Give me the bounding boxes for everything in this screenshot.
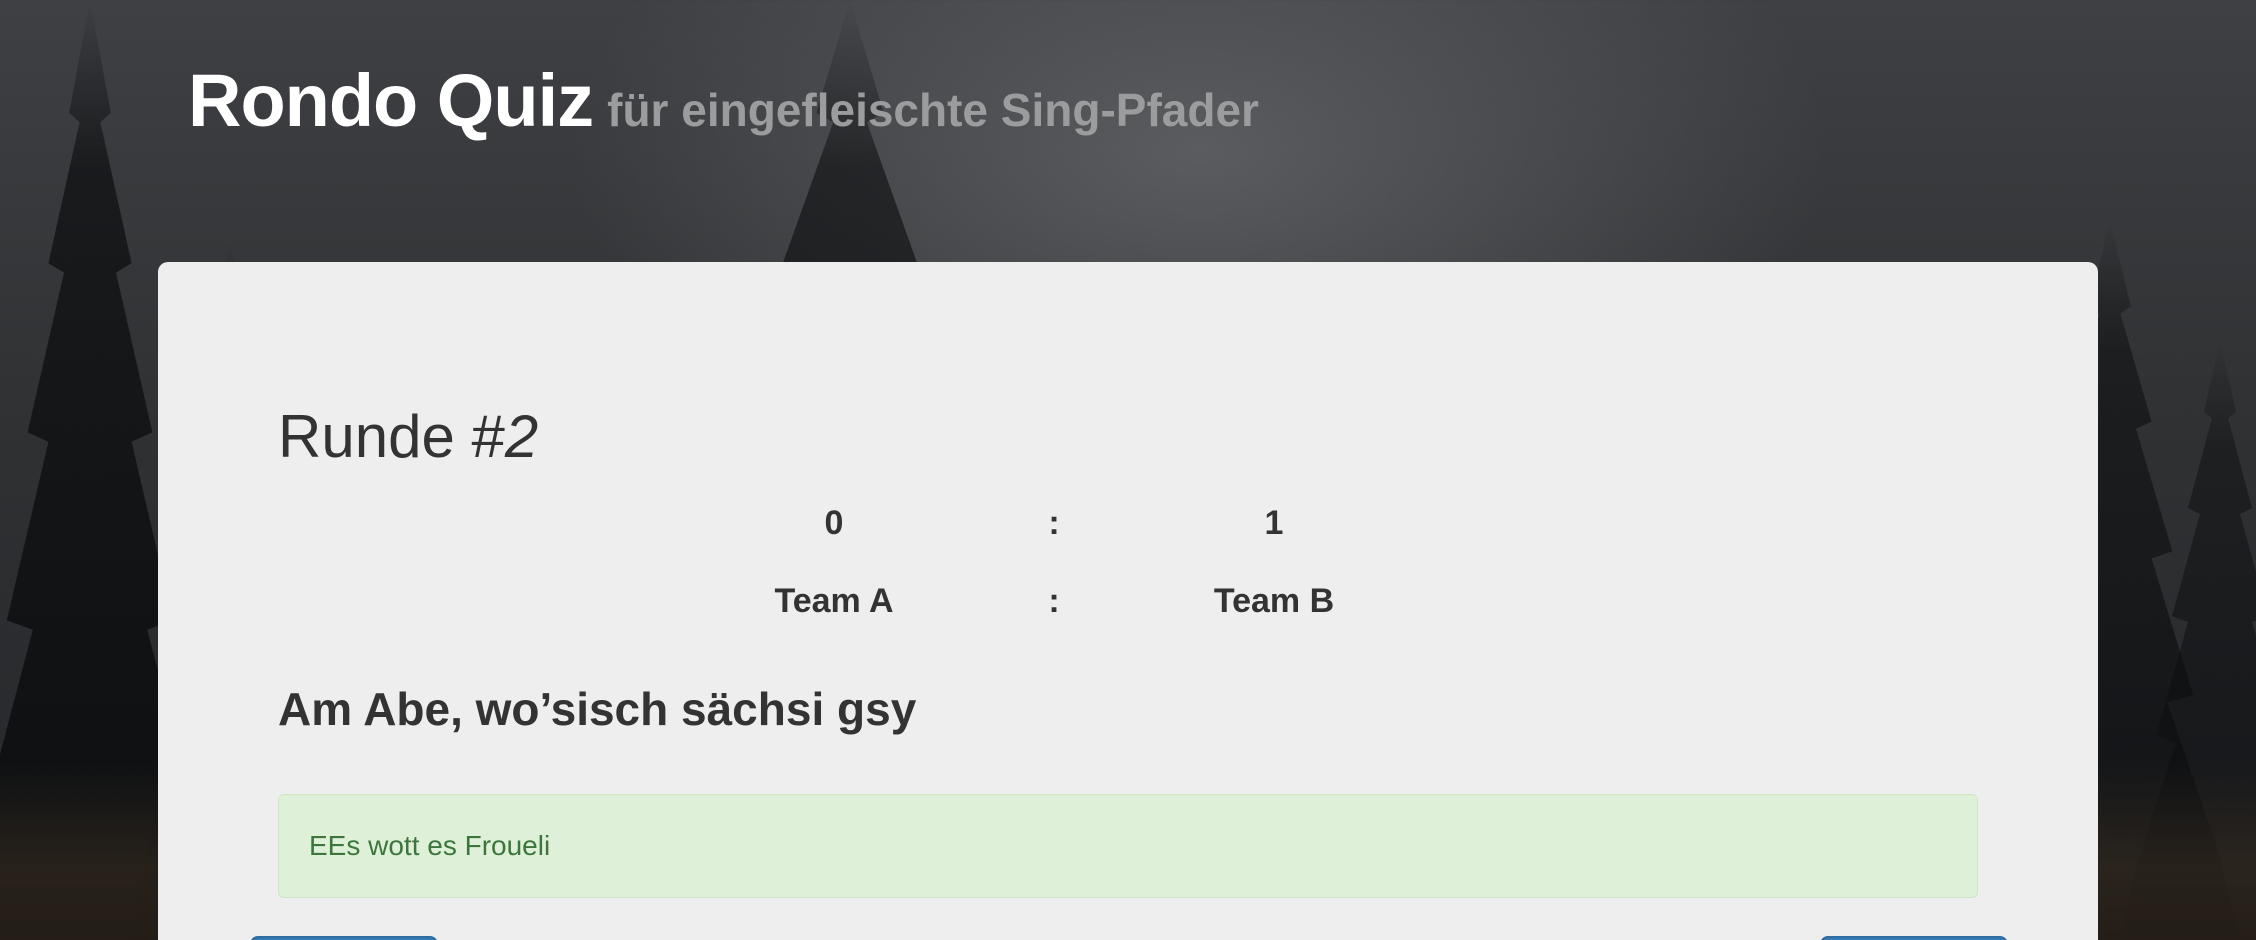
right-action-button[interactable] — [1820, 936, 2008, 940]
round-label: Runde # — [278, 403, 505, 470]
answer-alert: EEs wott es Froueli — [278, 794, 1978, 898]
answer-text: EEs wott es Froueli — [309, 830, 551, 861]
score-teams-row: Team A : Team B — [158, 582, 2098, 622]
team-b-score: 1 — [1264, 504, 1284, 542]
round-number: 2 — [504, 403, 539, 470]
song-title: Am Abe, wo’sisch sächsi gsy — [278, 683, 917, 735]
site-title: Rondo Quiz für eingefleischte Sing-Pfader — [188, 58, 1259, 143]
app-title: Rondo Quiz — [188, 59, 594, 142]
left-action-button[interactable] — [250, 936, 438, 940]
round-heading: Runde #2 — [278, 402, 538, 471]
score-points-row: 0 : 1 — [158, 504, 2098, 544]
app-subtitle: für eingefleischte Sing-Pfader — [607, 84, 1259, 136]
team-b-name: Team B — [1213, 582, 1335, 620]
quiz-panel: Runde #2 0 : 1 Team A : Team B Am Abe, w… — [158, 262, 2098, 940]
